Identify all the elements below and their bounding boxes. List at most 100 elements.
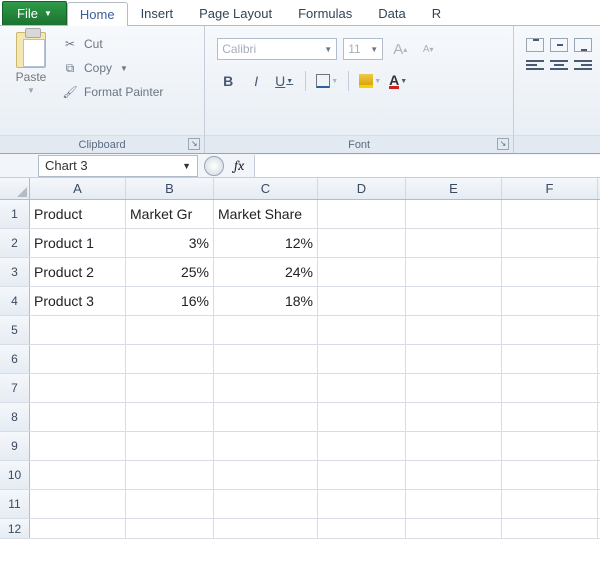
cell-F3[interactable] bbox=[502, 258, 598, 286]
cut-button[interactable]: ✂ Cut bbox=[58, 34, 167, 54]
cell-C8[interactable] bbox=[214, 403, 318, 431]
cell-D2[interactable] bbox=[318, 229, 406, 257]
bold-button[interactable]: B bbox=[217, 70, 239, 92]
cell-D8[interactable] bbox=[318, 403, 406, 431]
row-header-8[interactable]: 8 bbox=[0, 403, 30, 431]
cell-C12[interactable] bbox=[214, 519, 318, 538]
cell-C11[interactable] bbox=[214, 490, 318, 518]
cell-B9[interactable] bbox=[126, 432, 214, 460]
cell-B2[interactable]: 3% bbox=[126, 229, 214, 257]
shrink-font-button[interactable]: A▾ bbox=[417, 38, 439, 60]
fx-icon[interactable]: fx bbox=[224, 157, 254, 174]
cell-F1[interactable] bbox=[502, 200, 598, 228]
align-bottom-button[interactable] bbox=[574, 38, 592, 52]
cell-F6[interactable] bbox=[502, 345, 598, 373]
tab-formulas[interactable]: Formulas bbox=[285, 1, 365, 25]
align-middle-button[interactable] bbox=[550, 38, 568, 52]
name-box[interactable]: Chart 3 ▼ bbox=[38, 155, 198, 177]
cell-C9[interactable] bbox=[214, 432, 318, 460]
cell-A6[interactable] bbox=[30, 345, 126, 373]
cell-A1[interactable]: Product bbox=[30, 200, 126, 228]
cell-F2[interactable] bbox=[502, 229, 598, 257]
cell-D1[interactable] bbox=[318, 200, 406, 228]
tab-file[interactable]: File ▼ bbox=[2, 1, 67, 25]
column-header-E[interactable]: E bbox=[406, 178, 502, 199]
row-header-1[interactable]: 1 bbox=[0, 200, 30, 228]
cell-E8[interactable] bbox=[406, 403, 502, 431]
font-color-button[interactable]: A▼ bbox=[387, 70, 409, 92]
cell-D12[interactable] bbox=[318, 519, 406, 538]
cell-A7[interactable] bbox=[30, 374, 126, 402]
formula-bar-input[interactable] bbox=[254, 155, 600, 177]
column-header-C[interactable]: C bbox=[214, 178, 318, 199]
row-header-12[interactable]: 12 bbox=[0, 519, 30, 538]
tab-insert[interactable]: Insert bbox=[128, 1, 187, 25]
cell-A12[interactable] bbox=[30, 519, 126, 538]
align-center-button[interactable] bbox=[550, 60, 568, 70]
cell-F5[interactable] bbox=[502, 316, 598, 344]
row-header-6[interactable]: 6 bbox=[0, 345, 30, 373]
row-header-5[interactable]: 5 bbox=[0, 316, 30, 344]
select-all-corner[interactable] bbox=[0, 178, 30, 199]
cancel-formula-icon[interactable] bbox=[204, 156, 224, 176]
cell-B11[interactable] bbox=[126, 490, 214, 518]
copy-button[interactable]: ⧉ Copy ▼ bbox=[58, 58, 167, 78]
borders-button[interactable]: ▼ bbox=[316, 70, 338, 92]
cell-F8[interactable] bbox=[502, 403, 598, 431]
row-header-3[interactable]: 3 bbox=[0, 258, 30, 286]
cell-C6[interactable] bbox=[214, 345, 318, 373]
align-top-button[interactable] bbox=[526, 38, 544, 52]
tab-data[interactable]: Data bbox=[365, 1, 418, 25]
cell-B1[interactable]: Market Gr bbox=[126, 200, 214, 228]
font-size-select[interactable]: 11 ▼ bbox=[343, 38, 383, 60]
align-right-button[interactable] bbox=[574, 60, 592, 70]
cell-C1[interactable]: Market Share bbox=[214, 200, 318, 228]
dialog-launcher-icon[interactable]: ↘ bbox=[497, 138, 509, 150]
dialog-launcher-icon[interactable]: ↘ bbox=[188, 138, 200, 150]
paste-button[interactable]: Paste ▼ bbox=[6, 32, 56, 95]
cell-D9[interactable] bbox=[318, 432, 406, 460]
tab-review-partial[interactable]: R bbox=[419, 1, 454, 25]
cell-A2[interactable]: Product 1 bbox=[30, 229, 126, 257]
column-header-D[interactable]: D bbox=[318, 178, 406, 199]
cell-E1[interactable] bbox=[406, 200, 502, 228]
cell-B3[interactable]: 25% bbox=[126, 258, 214, 286]
cell-D7[interactable] bbox=[318, 374, 406, 402]
row-header-4[interactable]: 4 bbox=[0, 287, 30, 315]
format-painter-button[interactable]: 🖌 Format Painter bbox=[58, 82, 167, 102]
cell-D4[interactable] bbox=[318, 287, 406, 315]
row-header-11[interactable]: 11 bbox=[0, 490, 30, 518]
cell-D11[interactable] bbox=[318, 490, 406, 518]
underline-button[interactable]: U▼ bbox=[273, 70, 295, 92]
cell-A11[interactable] bbox=[30, 490, 126, 518]
cell-B10[interactable] bbox=[126, 461, 214, 489]
cell-A4[interactable]: Product 3 bbox=[30, 287, 126, 315]
cell-D5[interactable] bbox=[318, 316, 406, 344]
cell-C7[interactable] bbox=[214, 374, 318, 402]
cell-F10[interactable] bbox=[502, 461, 598, 489]
row-header-2[interactable]: 2 bbox=[0, 229, 30, 257]
cell-D10[interactable] bbox=[318, 461, 406, 489]
cell-E5[interactable] bbox=[406, 316, 502, 344]
column-header-A[interactable]: A bbox=[30, 178, 126, 199]
cell-F7[interactable] bbox=[502, 374, 598, 402]
cell-C3[interactable]: 24% bbox=[214, 258, 318, 286]
cell-E9[interactable] bbox=[406, 432, 502, 460]
cell-F9[interactable] bbox=[502, 432, 598, 460]
cell-D6[interactable] bbox=[318, 345, 406, 373]
cell-E6[interactable] bbox=[406, 345, 502, 373]
cell-C5[interactable] bbox=[214, 316, 318, 344]
cell-E7[interactable] bbox=[406, 374, 502, 402]
cell-D3[interactable] bbox=[318, 258, 406, 286]
italic-button[interactable]: I bbox=[245, 70, 267, 92]
font-name-select[interactable]: Calibri ▼ bbox=[217, 38, 337, 60]
cell-A8[interactable] bbox=[30, 403, 126, 431]
column-header-B[interactable]: B bbox=[126, 178, 214, 199]
cell-E11[interactable] bbox=[406, 490, 502, 518]
grow-font-button[interactable]: A▴ bbox=[389, 38, 411, 60]
row-header-7[interactable]: 7 bbox=[0, 374, 30, 402]
cell-F4[interactable] bbox=[502, 287, 598, 315]
column-header-F[interactable]: F bbox=[502, 178, 598, 199]
cell-A9[interactable] bbox=[30, 432, 126, 460]
cell-A3[interactable]: Product 2 bbox=[30, 258, 126, 286]
